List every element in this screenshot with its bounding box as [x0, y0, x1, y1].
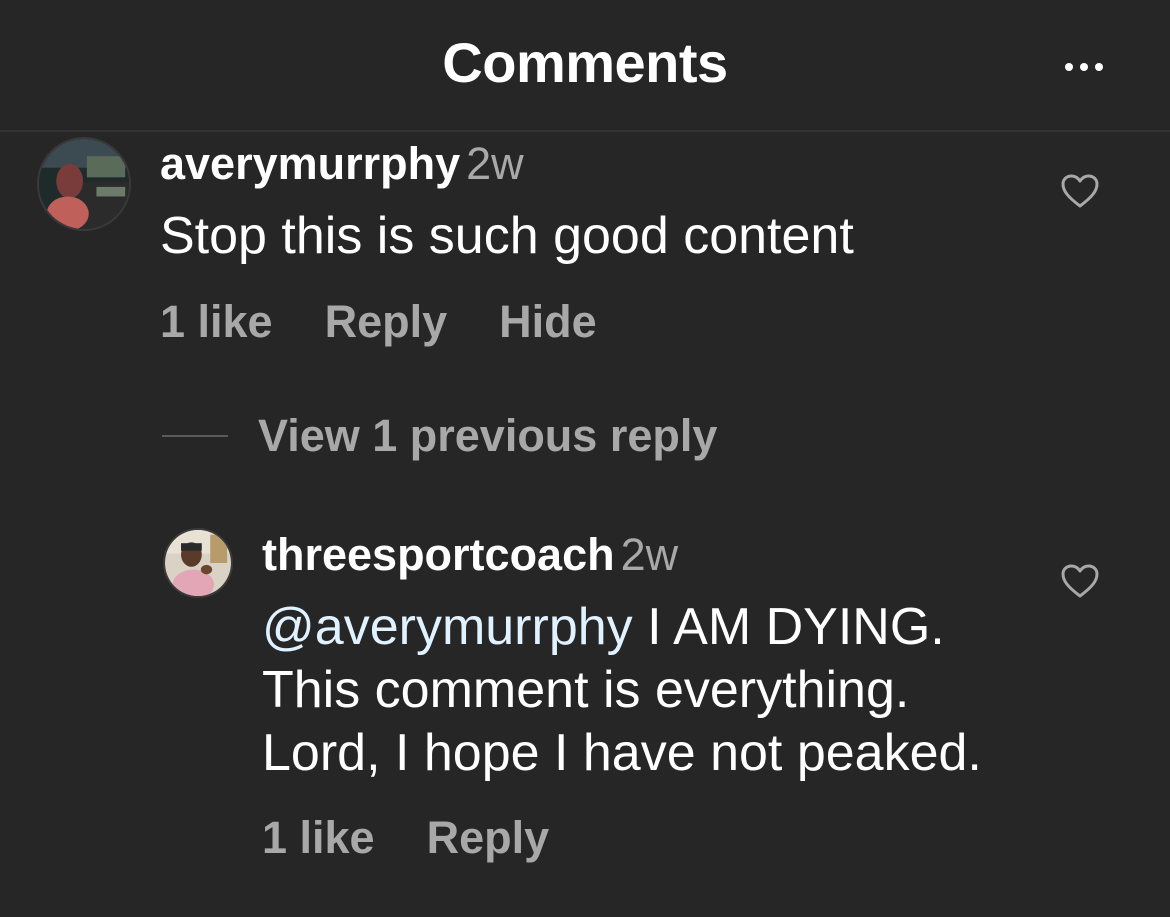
- reply-text-line-2: This comment is everything.: [262, 661, 910, 719]
- avatar[interactable]: [163, 528, 233, 598]
- hide-button[interactable]: Hide: [499, 296, 597, 348]
- replies-divider-line: [162, 435, 228, 437]
- reply-text-line-1: @averymurrphy I AM DYING.: [262, 596, 982, 659]
- comment-actions: 1 like Reply Hide: [160, 296, 597, 348]
- user-avatar-image: [165, 530, 231, 596]
- reply-username[interactable]: threesportcoach 2w: [262, 529, 678, 581]
- comment-timestamp: 2w: [466, 138, 524, 189]
- reply-text-segment: I AM DYING.: [632, 598, 945, 656]
- reply-actions: 1 like Reply: [262, 812, 549, 864]
- comment-text: Stop this is such good content: [160, 207, 854, 265]
- reply-timestamp: 2w: [620, 529, 679, 580]
- comment-username[interactable]: averymurrphy 2w: [160, 138, 524, 190]
- avatar[interactable]: [37, 137, 131, 231]
- username-text[interactable]: threesportcoach: [262, 529, 615, 580]
- page-title: Comments: [442, 31, 728, 94]
- heart-icon[interactable]: [1060, 563, 1100, 599]
- reply-text: @averymurrphy I AM DYING. This comment i…: [262, 596, 982, 785]
- heart-icon[interactable]: [1060, 173, 1100, 209]
- reply-button[interactable]: Reply: [325, 296, 448, 348]
- more-dot: [1095, 63, 1103, 71]
- mention-link[interactable]: @averymurrphy: [262, 598, 633, 656]
- view-previous-replies[interactable]: View 1 previous reply: [162, 410, 717, 462]
- user-avatar-image: [39, 139, 129, 229]
- more-dot: [1080, 63, 1088, 71]
- username-text[interactable]: averymurrphy: [160, 138, 460, 189]
- reply-text-line-3: Lord, I hope I have not peaked.: [262, 724, 982, 782]
- like-count[interactable]: 1 like: [160, 296, 273, 348]
- more-horizontal-icon: [1065, 63, 1073, 71]
- view-replies-label[interactable]: View 1 previous reply: [258, 410, 717, 462]
- comments-header: Comments: [0, 0, 1170, 132]
- reply-button[interactable]: Reply: [427, 812, 550, 864]
- more-options-button[interactable]: [1054, 52, 1114, 82]
- like-count[interactable]: 1 like: [262, 812, 375, 864]
